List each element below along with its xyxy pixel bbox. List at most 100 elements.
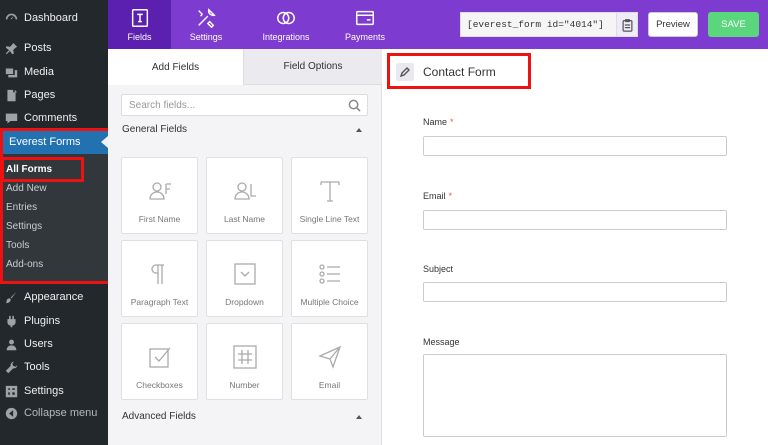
field-card-label: Email	[318, 380, 341, 390]
menu-plugins[interactable]: Plugins	[0, 310, 108, 332]
menu-settings[interactable]: Settings	[0, 380, 108, 402]
dashboard-icon	[5, 12, 18, 25]
field-label-email: Email *	[423, 191, 452, 201]
users-icon	[5, 338, 18, 351]
tab-label: Integrations	[262, 32, 310, 42]
tools-icon	[194, 7, 218, 29]
collapse-advanced-icon[interactable]	[356, 415, 362, 419]
pin-icon	[5, 42, 18, 55]
menu-pages[interactable]: Pages	[0, 84, 108, 106]
highlight-form-title	[387, 53, 531, 89]
field-card-last-name[interactable]: Last Name	[206, 157, 283, 234]
field-card-label: First Name	[138, 214, 181, 224]
paragraph-icon	[147, 261, 173, 287]
required-mark: *	[448, 191, 453, 201]
field-card-number[interactable]: Number	[206, 323, 283, 400]
fields-panel: Add Fields Field Options Search fields..…	[108, 49, 382, 445]
menu-label: Comments	[24, 112, 78, 124]
media-icon	[5, 66, 18, 79]
field-label-message: Message	[423, 337, 460, 347]
highlight-all-forms	[1, 157, 84, 182]
tab-integrations[interactable]: Integrations	[255, 0, 317, 49]
tab-fields[interactable]: Fields	[108, 0, 171, 49]
field-card-first-name[interactable]: First Name	[121, 157, 198, 234]
tab-add-fields[interactable]: Add Fields	[108, 49, 244, 85]
menu-media[interactable]: Media	[0, 61, 108, 83]
field-card-multiple-choice[interactable]: Multiple Choice	[291, 240, 368, 317]
name-input[interactable]	[423, 136, 727, 156]
menu-label: Collapse menu	[24, 407, 98, 419]
integrations-icon	[274, 7, 298, 29]
dropdown-icon	[232, 261, 258, 287]
field-card-label: Multiple Choice	[300, 297, 359, 307]
advanced-fields-title[interactable]: Advanced Fields	[122, 411, 196, 422]
collapse-icon	[5, 407, 18, 420]
search-icon	[348, 99, 361, 112]
hash-icon	[232, 344, 258, 370]
menu-posts[interactable]: Posts	[0, 37, 108, 59]
menu-label: Appearance	[24, 291, 84, 303]
field-card-checkboxes[interactable]: Checkboxes	[121, 323, 198, 400]
tab-label: Payments	[344, 32, 386, 42]
save-button[interactable]: SAVE	[708, 12, 759, 37]
menu-comments[interactable]: Comments	[0, 107, 108, 129]
brush-icon	[5, 291, 18, 304]
field-card-email[interactable]: Email	[291, 323, 368, 400]
menu-label: Pages	[24, 89, 56, 101]
checkbox-icon	[147, 344, 173, 370]
label-text: Subject	[423, 264, 454, 274]
tab-field-options[interactable]: Field Options	[244, 49, 382, 85]
field-card-paragraph-text[interactable]: Paragraph Text	[121, 240, 198, 317]
field-card-single-line-text[interactable]: Single Line Text	[291, 157, 368, 234]
field-card-label: Number	[229, 380, 260, 390]
plugin-icon	[5, 315, 18, 328]
menu-label: Tools	[24, 361, 50, 373]
field-card-label: Dropdown	[225, 297, 264, 307]
required-mark: *	[450, 117, 454, 127]
email-input[interactable]	[423, 210, 727, 230]
collapse-general-icon[interactable]	[356, 128, 362, 132]
settings-icon	[5, 385, 18, 398]
field-label-name: Name *	[423, 117, 454, 127]
menu-label: Users	[24, 338, 53, 350]
label-text: Message	[423, 337, 460, 347]
field-label-subject: Subject	[423, 264, 453, 274]
first-name-icon	[147, 178, 173, 204]
menu-dashboard[interactable]: Dashboard	[0, 7, 108, 29]
message-textarea[interactable]	[423, 354, 727, 437]
highlight-everest-menu	[0, 128, 111, 284]
menu-label: Media	[24, 66, 54, 78]
label-text: Email	[423, 191, 446, 201]
search-fields-input[interactable]: Search fields...	[121, 94, 368, 116]
general-fields-title[interactable]: General Fields	[122, 124, 187, 135]
menu-label: Posts	[24, 42, 52, 54]
comment-icon	[5, 112, 18, 125]
field-card-label: Checkboxes	[136, 380, 183, 390]
field-card-label: Single Line Text	[299, 214, 360, 224]
menu-label: Dashboard	[24, 12, 78, 24]
menu-tools[interactable]: Tools	[0, 356, 108, 378]
fields-icon	[128, 7, 152, 29]
subject-input[interactable]	[423, 282, 727, 302]
shortcode-field[interactable]: [everest_form id="4014"]	[460, 12, 618, 37]
list-icon	[317, 261, 343, 287]
send-icon	[317, 344, 343, 370]
menu-users[interactable]: Users	[0, 333, 108, 355]
field-card-label: Paragraph Text	[130, 297, 189, 307]
tab-label: Fields	[127, 32, 152, 42]
last-name-icon	[232, 178, 258, 204]
pages-icon	[5, 89, 18, 102]
copy-shortcode-button[interactable]	[616, 12, 638, 37]
form-canvas: Contact Form Name * Email * Subject Messag…	[382, 49, 768, 445]
menu-collapse[interactable]: Collapse menu	[0, 402, 108, 424]
tab-payments[interactable]: Payments	[336, 0, 394, 49]
tab-settings[interactable]: Settings	[178, 0, 234, 49]
menu-appearance[interactable]: Appearance	[0, 286, 108, 308]
clipboard-icon	[622, 18, 632, 32]
preview-button[interactable]: Preview	[648, 12, 698, 37]
builder-header: Fields Settings Integrations Payments [e…	[108, 0, 768, 49]
label-text: Name	[423, 117, 448, 127]
field-card-dropdown[interactable]: Dropdown	[206, 240, 283, 317]
menu-label: Plugins	[24, 315, 61, 327]
tab-label: Settings	[189, 32, 223, 42]
